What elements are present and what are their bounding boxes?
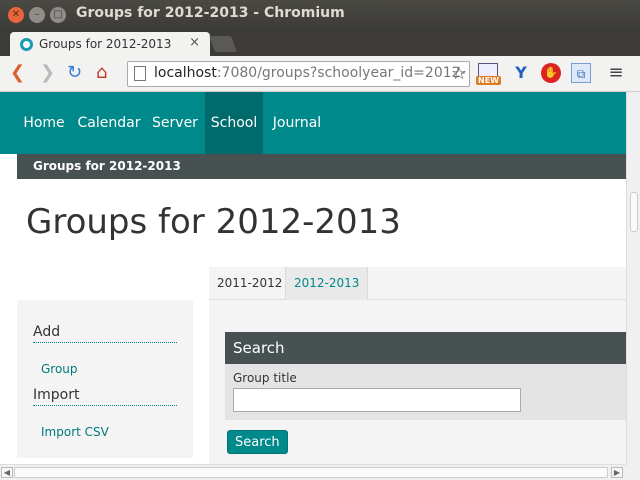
page-title: Groups for 2012-2013 bbox=[26, 202, 401, 242]
sidebar-link-import-csv[interactable]: Import CSV bbox=[41, 425, 109, 439]
horizontal-scroll-thumb[interactable] bbox=[14, 467, 608, 478]
nav-item-calendar[interactable]: Calendar bbox=[73, 92, 145, 154]
window-title: Groups for 2012-2013 - Chromium bbox=[76, 5, 345, 21]
scrollbar-corner bbox=[626, 464, 640, 480]
window-close-button[interactable]: ✕ bbox=[8, 7, 24, 23]
browser-tab[interactable]: Groups for 2012-2013 × bbox=[10, 32, 210, 56]
scroll-left-icon[interactable]: ◀ bbox=[1, 467, 13, 478]
reload-icon[interactable]: ↻ bbox=[67, 62, 82, 84]
back-icon[interactable]: ❮ bbox=[10, 62, 25, 84]
browser-tab-label: Groups for 2012-2013 bbox=[39, 37, 172, 51]
menu-icon[interactable]: ≡ bbox=[606, 63, 626, 83]
home-icon[interactable]: ⌂ bbox=[96, 62, 107, 84]
group-title-label: Group title bbox=[233, 371, 297, 385]
extension-new-badge: NEW bbox=[476, 76, 501, 85]
page-content: Home Calendar Server School Journal Grou… bbox=[0, 92, 626, 464]
sidebar-link-group[interactable]: Group bbox=[41, 362, 78, 376]
search-form: Group title bbox=[225, 364, 626, 420]
breadcrumb: Groups for 2012-2013 bbox=[17, 154, 626, 179]
vertical-scroll-thumb[interactable] bbox=[630, 192, 638, 232]
sidebar-heading-import: Import bbox=[33, 387, 177, 406]
extension-y-icon[interactable]: Y bbox=[511, 63, 531, 83]
extension-window-icon[interactable]: ⧉ bbox=[571, 63, 591, 83]
bookmark-star-icon[interactable]: ☆ bbox=[451, 63, 467, 84]
main-panel: Search Group title Search bbox=[209, 300, 626, 464]
address-bar[interactable]: localhost:7080/groups?schoolyear_id=2012… bbox=[127, 61, 470, 87]
window-minimize-button[interactable]: – bbox=[29, 7, 45, 23]
page-icon bbox=[134, 66, 146, 81]
vertical-scrollbar[interactable] bbox=[626, 92, 640, 464]
browser-tabstrip: Groups for 2012-2013 × bbox=[0, 30, 640, 56]
window-maximize-button[interactable]: □ bbox=[50, 7, 66, 23]
tab-close-icon[interactable]: × bbox=[189, 35, 200, 50]
nav-item-school[interactable]: School bbox=[205, 92, 263, 154]
nav-item-server[interactable]: Server bbox=[147, 92, 203, 154]
extension-stop-icon[interactable]: ✋ bbox=[541, 63, 561, 83]
group-title-input[interactable] bbox=[233, 388, 521, 412]
nav-item-journal[interactable]: Journal bbox=[265, 92, 329, 154]
sidebar: Add Group Import Import CSV bbox=[17, 300, 193, 458]
favicon-icon bbox=[20, 38, 33, 51]
nav-item-home[interactable]: Home bbox=[17, 92, 71, 154]
scroll-right-icon[interactable]: ▶ bbox=[611, 467, 623, 478]
tab-2012-2013[interactable]: 2012-2013 bbox=[285, 267, 369, 300]
sidebar-heading-add: Add bbox=[33, 324, 177, 343]
forward-icon[interactable]: ❯ bbox=[40, 62, 55, 84]
top-nav: Home Calendar Server School Journal bbox=[0, 92, 626, 154]
search-button[interactable]: Search bbox=[227, 430, 288, 454]
tab-2011-2012[interactable]: 2011-2012 bbox=[209, 267, 290, 300]
horizontal-scrollbar[interactable]: ◀ ▶ bbox=[0, 464, 626, 480]
address-url: localhost:7080/groups?schoolyear_id=2012… bbox=[154, 65, 466, 81]
search-heading: Search bbox=[225, 332, 626, 364]
browser-toolbar: ❮ ❯ ↻ ⌂ localhost:7080/groups?schoolyear… bbox=[0, 56, 640, 92]
window-titlebar: ✕ – □ Groups for 2012-2013 - Chromium bbox=[0, 0, 640, 30]
schoolyear-tabs: 2011-2012 2012-2013 bbox=[209, 267, 626, 300]
new-tab-button[interactable] bbox=[209, 36, 237, 52]
